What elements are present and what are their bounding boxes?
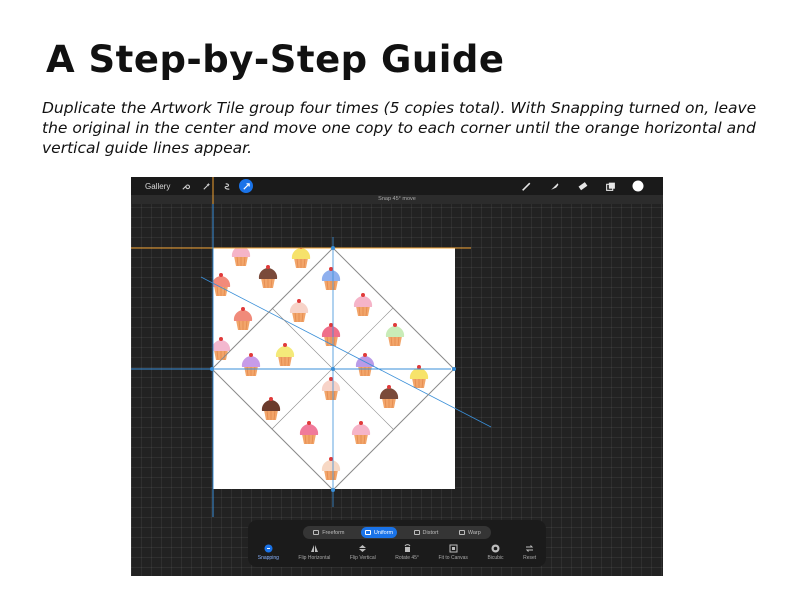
transform-handle[interactable]: [331, 488, 335, 492]
snapping-icon: [264, 544, 273, 553]
transform-handle[interactable]: [210, 367, 214, 371]
mode-distort[interactable]: Distort: [410, 527, 443, 538]
transform-mode-selector: Freeform Uniform Distort Warp: [303, 526, 491, 539]
flip-horizontal-icon: [310, 544, 319, 553]
rotate-45-button[interactable]: Rotate 45°: [395, 544, 419, 564]
mode-uniform[interactable]: Uniform: [360, 527, 398, 538]
diagonal-guide: [200, 276, 492, 428]
bicubic-icon: [491, 544, 500, 553]
mode-freeform[interactable]: Freeform: [309, 527, 348, 538]
warp-icon: [458, 530, 465, 535]
reset-icon: [525, 544, 534, 553]
transform-guides: [131, 177, 492, 517]
rotate-icon: [403, 544, 412, 553]
transform-toolbar: Freeform Uniform Distort Warp Snapping F…: [248, 520, 546, 567]
mode-warp[interactable]: Warp: [455, 527, 485, 538]
procreate-app-screenshot: Gallery Snap 45° move Freeform Uniform D…: [131, 177, 663, 576]
flip-vertical-icon: [358, 544, 367, 553]
transform-actions: Snapping Flip Horizontal Flip Vertical R…: [248, 544, 546, 564]
freeform-icon: [313, 530, 320, 535]
fit-to-canvas-button[interactable]: Fit to Canvas: [438, 544, 468, 564]
flip-horizontal-button[interactable]: Flip Horizontal: [298, 544, 330, 564]
instructions-text: Duplicate the Artwork Tile group four ti…: [42, 99, 757, 157]
transform-handle[interactable]: [331, 367, 335, 371]
fit-canvas-icon: [449, 544, 458, 553]
page-title: A Step-by-Step Guide: [46, 38, 505, 81]
distort-icon: [413, 530, 420, 535]
snapping-button[interactable]: Snapping: [258, 544, 279, 564]
reset-button[interactable]: Reset: [523, 544, 536, 564]
bicubic-button[interactable]: Bicubic: [487, 544, 504, 564]
transform-handle[interactable]: [331, 246, 335, 250]
uniform-icon: [364, 530, 371, 535]
flip-vertical-button[interactable]: Flip Vertical: [350, 544, 376, 564]
transform-handle[interactable]: [452, 367, 456, 371]
